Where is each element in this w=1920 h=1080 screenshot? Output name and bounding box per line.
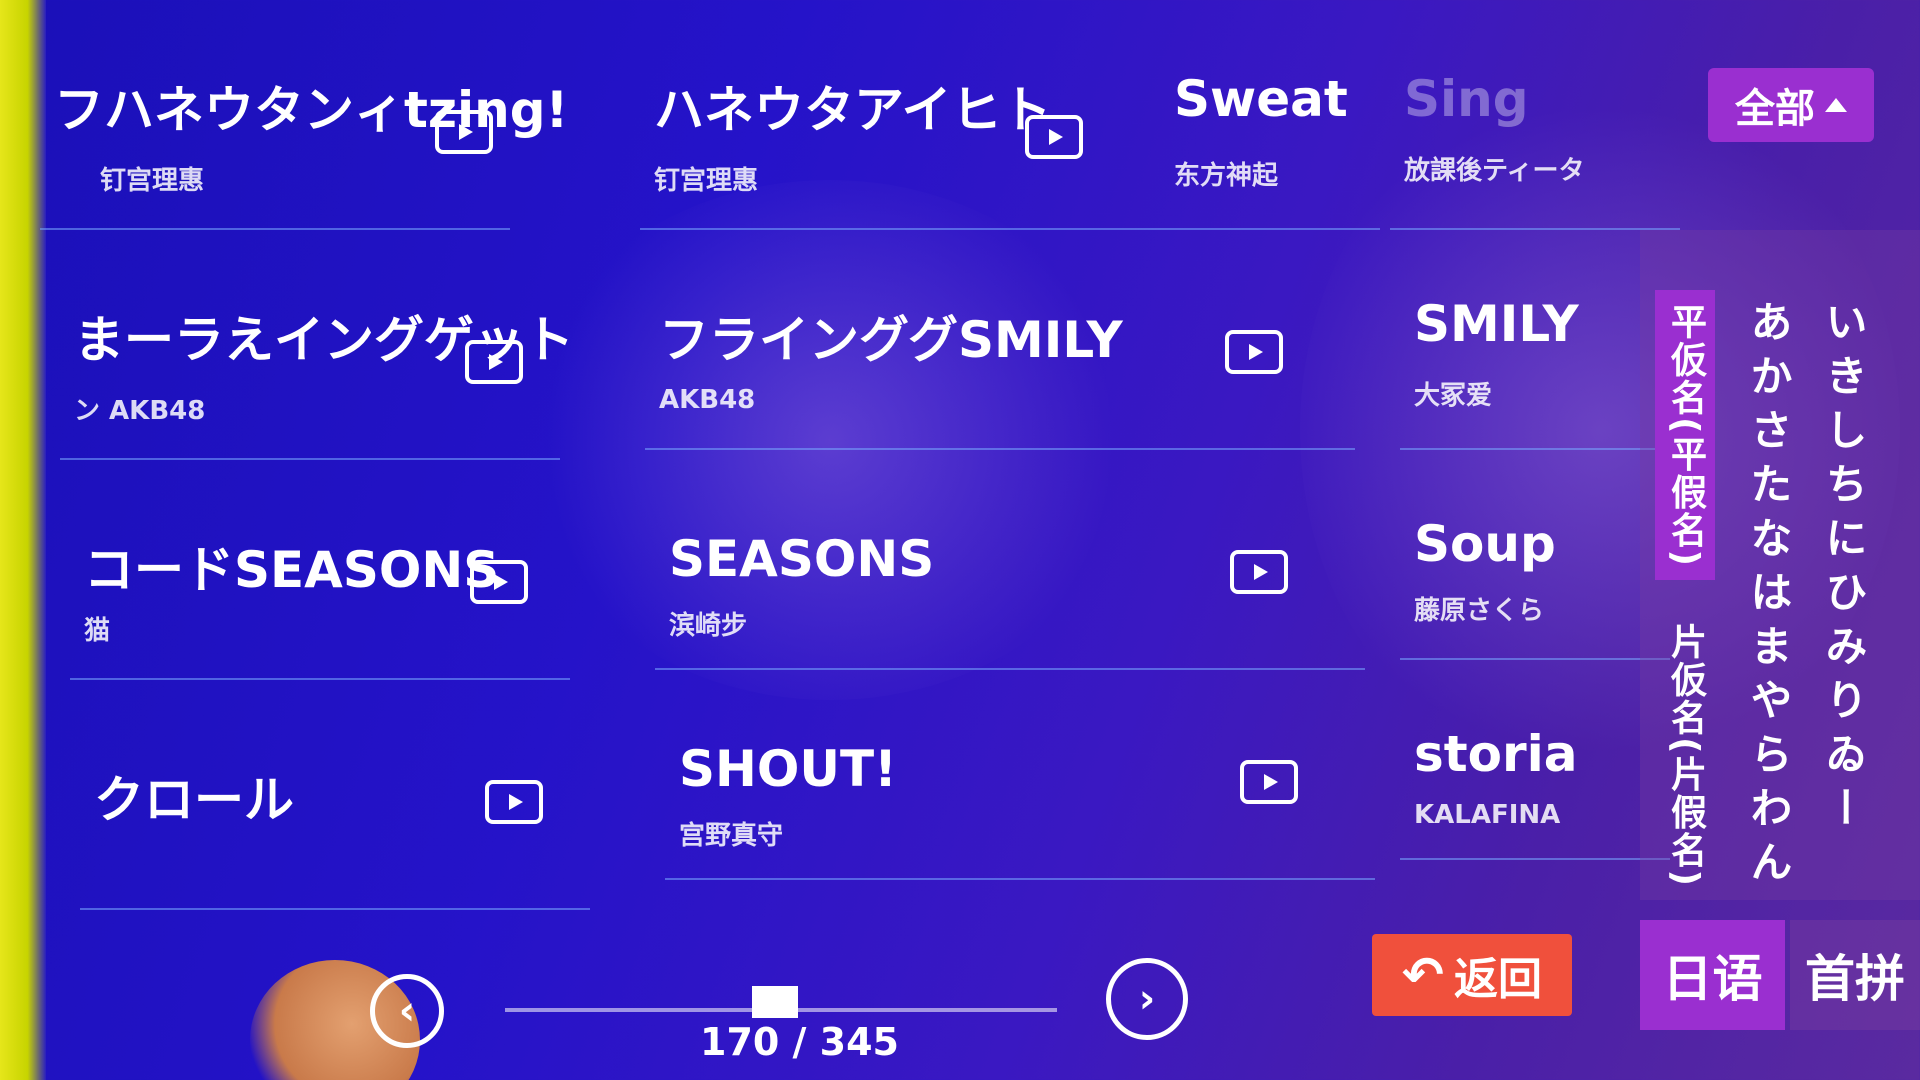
song-title: Sing	[1404, 70, 1529, 128]
song-artist: 放課後ティータ	[1404, 156, 1585, 186]
song-title: Sweat	[1174, 70, 1348, 128]
play-icon[interactable]	[435, 110, 493, 154]
prev-page-button[interactable]: ‹	[370, 974, 444, 1048]
song-title: コードSEASONS	[84, 541, 500, 599]
song-artist: 东方神起	[1174, 161, 1279, 191]
play-icon[interactable]	[1230, 550, 1288, 594]
song-card[interactable]: SEASONS 滨崎步	[655, 490, 1365, 670]
page-slider-thumb[interactable]	[752, 986, 799, 1018]
song-artist: 藤原さくら	[1414, 596, 1545, 626]
song-artist: AKB48	[659, 385, 756, 415]
song-card[interactable]: フラインググSMILY AKB48	[645, 260, 1355, 450]
back-button[interactable]: ↶ 返回	[1372, 934, 1572, 1016]
song-artist: 钉宫理惠	[654, 166, 759, 196]
all-filter-label: 全部	[1735, 86, 1815, 132]
all-filter-button[interactable]: 全部	[1708, 68, 1874, 142]
page-indicator: 170 / 345	[700, 1020, 899, 1064]
song-artist: KALAFINA	[1414, 800, 1561, 830]
song-artist: ン AKB48	[74, 396, 206, 426]
song-title: Soup	[1414, 515, 1556, 573]
song-title: SHOUT!	[679, 740, 897, 798]
play-icon[interactable]	[1240, 760, 1298, 804]
song-card[interactable]: Sweat 东方神起	[1160, 40, 1380, 230]
song-title: クロール	[94, 771, 294, 829]
song-card[interactable]: storia KALAFINA	[1400, 690, 1670, 860]
song-card[interactable]: Sing 放課後ティータ	[1390, 40, 1680, 230]
caret-up-icon	[1825, 98, 1847, 112]
song-card[interactable]: ハネウタアイヒト 钉宫理惠	[640, 40, 1160, 230]
song-title: SEASONS	[669, 530, 935, 588]
play-icon[interactable]	[1225, 330, 1283, 374]
song-card[interactable]: フハネウタンィtzing! 钉宫理惠	[40, 40, 568, 230]
kana-index-panel: 平仮名(平假名) 片仮名(片假名) あかさたなはまやらわん いきしちにひみりゐー	[1640, 230, 1920, 900]
return-arrow-icon: ↶	[1402, 946, 1444, 1004]
song-artist: 滨崎步	[669, 611, 748, 641]
tab-hiragana[interactable]: 平仮名(平假名)	[1655, 290, 1715, 580]
kana-column-i[interactable]: いきしちにひみりゐー	[1815, 300, 1871, 900]
play-icon[interactable]	[1025, 115, 1083, 159]
back-button-label: 返回	[1453, 954, 1542, 1005]
chevron-left-icon: ‹	[398, 988, 416, 1034]
song-card[interactable]: SMILY 大冢爱	[1400, 260, 1670, 450]
play-icon[interactable]	[485, 780, 543, 824]
song-card[interactable]: Soup 藤原さくら	[1400, 490, 1670, 660]
tab-japanese[interactable]: 日语	[1640, 920, 1785, 1030]
song-artist: 大冢爱	[1414, 381, 1493, 411]
song-card[interactable]: クロール	[80, 720, 590, 910]
song-card[interactable]: まーラえイングゲット ン AKB48	[60, 260, 574, 460]
song-artist: 钉宫理惠	[100, 166, 205, 196]
tab-katakana[interactable]: 片仮名(片假名)	[1655, 610, 1715, 900]
song-card[interactable]: コードSEASONS 猫	[70, 490, 570, 680]
tab-initials[interactable]: 首拼	[1790, 920, 1920, 1030]
song-artist: 猫	[84, 616, 111, 646]
play-icon[interactable]	[470, 560, 528, 604]
song-title: ハネウタアイヒト	[654, 81, 1052, 139]
song-title: SMILY	[1414, 295, 1579, 353]
song-card[interactable]: SHOUT! 宫野真守	[665, 700, 1375, 880]
song-title: フラインググSMILY	[659, 311, 1123, 369]
next-page-button[interactable]: ›	[1106, 958, 1188, 1040]
chevron-right-icon: ›	[1138, 976, 1156, 1022]
play-icon[interactable]	[465, 340, 523, 384]
song-grid: フハネウタンィtzing! 钉宫理惠 ハネウタアイヒト 钉宫理惠 Sweat 东…	[40, 0, 1680, 920]
song-artist: 宫野真守	[679, 821, 784, 851]
song-title: storia	[1414, 725, 1578, 783]
kana-column-a[interactable]: あかさたなはまやらわん	[1740, 300, 1796, 900]
